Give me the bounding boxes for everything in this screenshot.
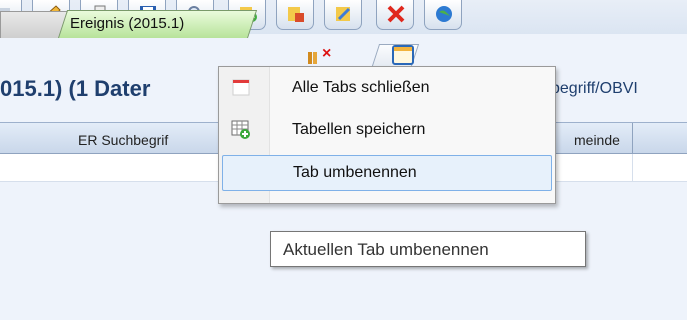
context-menu: Alle Tabs schließen Tabellen speichern T… (218, 66, 556, 204)
row-separator (632, 154, 633, 182)
column-header-er-suchbegriff[interactable]: ER Suchbegrif (78, 132, 168, 148)
edit-check-button[interactable] (324, 0, 362, 30)
menu-item-label: Alle Tabs schließen (292, 79, 430, 96)
delete-x-icon (387, 5, 405, 23)
menu-item-save-tables[interactable]: Tabellen speichern (222, 113, 552, 147)
tab-previous[interactable] (0, 11, 68, 38)
edit-check-icon (336, 7, 351, 21)
close-tabs-icon (232, 79, 250, 96)
tooltip: Aktuellen Tab umbenennen (270, 231, 586, 267)
table-save-icon (231, 120, 250, 139)
menu-item-label: Tabellen speichern (292, 121, 426, 138)
column-separator[interactable] (632, 123, 633, 154)
menu-item-label: Tab umbenennen (293, 164, 417, 181)
tab-active-label: Ereignis (2015.1) (70, 15, 185, 32)
menu-item-close-all-tabs[interactable]: Alle Tabs schließen (222, 71, 552, 105)
globe-button[interactable] (424, 0, 462, 30)
column-header-gemeinde[interactable]: meinde (574, 132, 620, 148)
export-button[interactable] (276, 0, 314, 30)
tooltip-text: Aktuellen Tab umbenennen (283, 240, 489, 259)
page-title: 015.1) (1 Dater (0, 76, 151, 101)
export-icon (288, 7, 304, 22)
menu-item-rename-tab[interactable]: Tab umbenennen (222, 155, 552, 191)
new-tab-icon[interactable] (392, 45, 414, 65)
globe-icon (436, 6, 452, 22)
delete-button[interactable] (376, 0, 414, 30)
heading-right-text: begriff/OBVI (551, 80, 638, 97)
tab-pin-icon (308, 52, 317, 64)
tab-close-icon[interactable]: × (322, 45, 331, 63)
